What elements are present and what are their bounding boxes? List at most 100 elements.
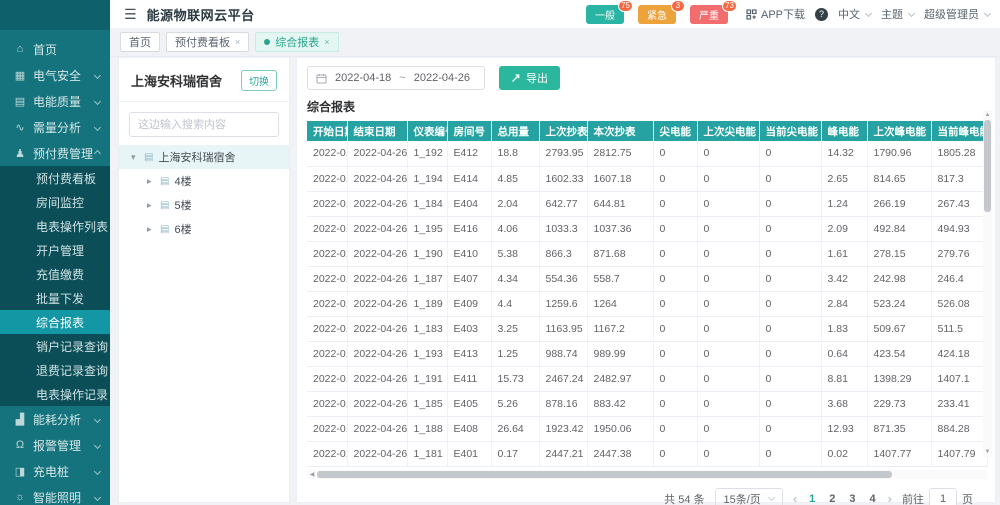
table-cell: 2.04: [491, 191, 539, 216]
sidebar-subitem[interactable]: 预付费看板: [0, 166, 110, 190]
scroll-left-icon[interactable]: ◀: [307, 471, 317, 478]
chevron-down-icon: [984, 9, 991, 16]
user-menu[interactable]: 超级管理员: [924, 6, 990, 22]
horizontal-scrollbar[interactable]: ◀: [307, 470, 987, 479]
close-icon[interactable]: ×: [324, 37, 329, 47]
page-number-3[interactable]: 3: [849, 493, 855, 505]
table-cell: 883.42: [587, 391, 653, 416]
page-number-4[interactable]: 4: [870, 493, 876, 505]
caret-right-icon[interactable]: ▸: [147, 224, 155, 235]
table-cell: 2022-0...: [307, 416, 347, 441]
caret-right-icon[interactable]: ▸: [147, 176, 155, 187]
goto-page-input[interactable]: [929, 488, 957, 505]
badge-count: 73: [722, 0, 737, 12]
sidebar-subitem[interactable]: 充值缴费: [0, 262, 110, 286]
next-page-button[interactable]: ›: [888, 491, 892, 505]
table-cell: 0: [759, 391, 821, 416]
sidebar-item-charging-pile[interactable]: ◨ 充电桩: [0, 458, 110, 484]
tab-prepaid-dashboard[interactable]: 预付费看板×: [166, 32, 249, 52]
table-header-row: 开始日期结束日期仪表编号房间号总用量上次抄表本次抄表尖电能上次尖电能当前尖电能峰…: [307, 121, 987, 141]
scroll-down-icon[interactable]: ▼: [985, 447, 991, 457]
language-select[interactable]: 中文: [838, 6, 871, 22]
vertical-scroll-thumb[interactable]: [984, 120, 991, 212]
caret-down-icon[interactable]: ▾: [131, 152, 139, 163]
export-icon: [511, 73, 521, 83]
building-tree-panel: 上海安科瑞宿舍 切换 ▾ ▤ 上海安科瑞宿舍 ▸▤4楼▸▤5楼▸▤6楼: [118, 57, 290, 503]
app-download-button[interactable]: APP下载: [746, 6, 805, 22]
sidebar-item-power-quality[interactable]: ▤电能质量: [0, 88, 110, 114]
tree-search-input[interactable]: [129, 112, 279, 137]
charging-pile-icon: ◨: [13, 465, 27, 478]
sidebar-item-energy-analysis[interactable]: ▟能耗分析: [0, 406, 110, 432]
sidebar-subitem[interactable]: 批量下发: [0, 286, 110, 310]
demand-analysis-icon: ∿: [13, 121, 27, 134]
column-header: 上次峰电能: [867, 121, 931, 141]
sidebar-subitem[interactable]: 销户记录查询: [0, 334, 110, 358]
theme-select[interactable]: 主题: [881, 6, 914, 22]
chevron-down-icon: [768, 494, 775, 501]
sidebar-item-alarm-management[interactable]: Ω报警管理: [0, 432, 110, 458]
sidebar-subitem[interactable]: 退费记录查询: [0, 358, 110, 382]
sidebar-item-prepaid-management[interactable]: ♟预付费管理: [0, 140, 110, 166]
table-row: 2022-0...2022-04-26 ...1_191E41115.73246…: [307, 366, 987, 391]
sidebar-subitem[interactable]: 房间监控: [0, 190, 110, 214]
sidebar-item-smart-lighting[interactable]: ☼智能照明: [0, 484, 110, 505]
table-cell: 1259.6: [539, 291, 587, 316]
date-range-picker[interactable]: 2022-04-18 ~ 2022-04-26: [307, 66, 485, 90]
sidebar-item-electrical-safety[interactable]: ▦电气安全: [0, 62, 110, 88]
tree-node-floor[interactable]: ▸▤6楼: [119, 217, 289, 241]
alarm-badge-urgent[interactable]: 紧急3: [638, 5, 676, 24]
top-header: ☰ 能源物联网云平台 一般75紧急3严重73 APP下载 ? 中文 主题 超级管…: [110, 0, 1000, 28]
page-number-1[interactable]: 1: [809, 493, 815, 505]
caret-right-icon[interactable]: ▸: [147, 200, 155, 211]
building-icon: ▤: [144, 152, 153, 163]
tree-node-root[interactable]: ▾ ▤ 上海安科瑞宿舍: [119, 145, 289, 169]
table-cell: 814.65: [867, 166, 931, 191]
date-end-value[interactable]: 2022-04-26: [414, 72, 470, 84]
sidebar-subitem[interactable]: 综合报表: [0, 310, 110, 334]
table-cell: 1167.2: [587, 316, 653, 341]
active-dot: [264, 39, 270, 45]
sidebar-item-home[interactable]: ⌂首页: [0, 36, 110, 62]
vertical-scrollbar[interactable]: ▲ ▼: [983, 110, 992, 457]
switch-button[interactable]: 切换: [241, 70, 277, 91]
user-name: 超级管理员: [924, 6, 979, 22]
help-icon[interactable]: ?: [815, 8, 828, 21]
alarm-management-icon: Ω: [13, 439, 27, 451]
export-label: 导出: [526, 70, 548, 86]
table-cell: 266.19: [867, 191, 931, 216]
sidebar-submenu: 预付费看板房间监控电表操作列表开户管理充值缴费批量下发综合报表销户记录查询退费记…: [0, 166, 110, 406]
table-cell: 0: [653, 216, 697, 241]
sidebar-subitem[interactable]: 开户管理: [0, 238, 110, 262]
prev-page-button[interactable]: ‹: [793, 491, 797, 505]
table-cell: 511.5: [931, 316, 987, 341]
sidebar-item-demand-analysis[interactable]: ∿需量分析: [0, 114, 110, 140]
horizontal-scroll-thumb[interactable]: [317, 471, 892, 478]
table-cell: 2.84: [821, 291, 867, 316]
table-cell: 4.4: [491, 291, 539, 316]
sidebar-item-label: 充电桩: [33, 463, 95, 480]
tree-node-floor[interactable]: ▸▤5楼: [119, 193, 289, 217]
tab-comprehensive-report[interactable]: 综合报表×: [255, 32, 338, 52]
alarm-badge-severe[interactable]: 严重73: [690, 5, 728, 24]
table-cell: 2022-04-26 ...: [347, 441, 407, 466]
export-button[interactable]: 导出: [499, 66, 560, 90]
menu-collapse-icon[interactable]: ☰: [124, 6, 137, 23]
table-row: 2022-0...2022-04-26 ...1_181E4010.172447…: [307, 441, 987, 466]
scroll-up-icon[interactable]: ▲: [985, 110, 991, 120]
tab-home[interactable]: 首页: [120, 32, 160, 52]
close-icon[interactable]: ×: [235, 37, 240, 47]
sidebar-subitem[interactable]: 电表操作记录: [0, 382, 110, 406]
page-size-select[interactable]: 15条/页: [715, 488, 783, 505]
table-cell: E412: [447, 141, 491, 166]
sidebar-subitem[interactable]: 电表操作列表: [0, 214, 110, 238]
alarm-badge-general[interactable]: 一般75: [586, 5, 624, 24]
tree-node-floor[interactable]: ▸▤4楼: [119, 169, 289, 193]
page-number-2[interactable]: 2: [829, 493, 835, 505]
table-cell: 2022-04-26 ...: [347, 216, 407, 241]
table-cell: 15.73: [491, 366, 539, 391]
chevron-down-icon: [908, 9, 915, 16]
date-start-value[interactable]: 2022-04-18: [335, 72, 391, 84]
table-cell: 2022-04-26 ...: [347, 266, 407, 291]
table-cell: 1_181: [407, 441, 447, 466]
